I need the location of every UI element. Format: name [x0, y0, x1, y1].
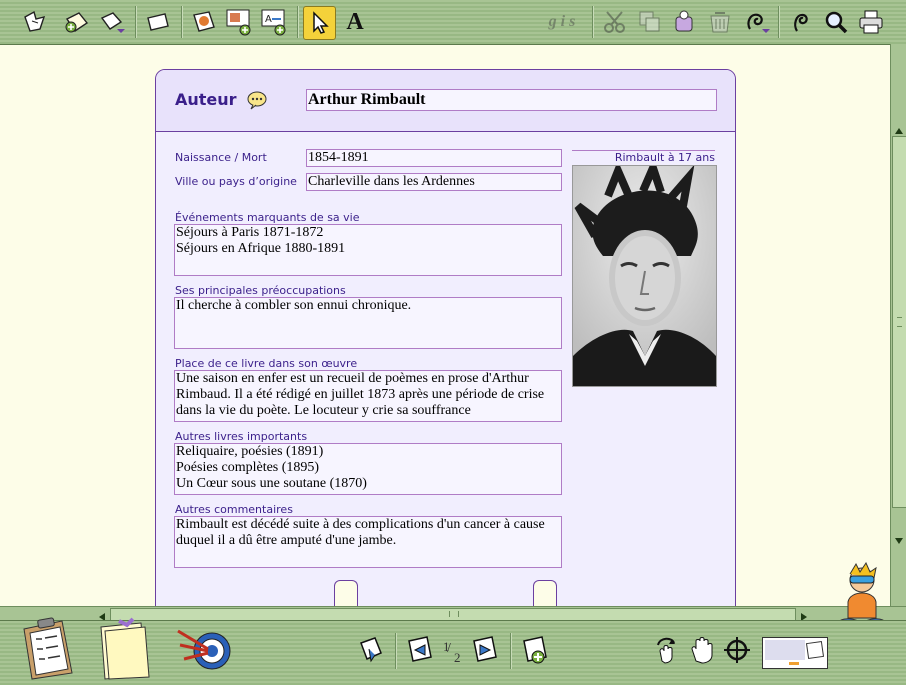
origin-field[interactable]: Charleville dans les Ardennes — [306, 173, 562, 191]
paste-icon[interactable] — [670, 7, 700, 37]
author-name-field[interactable]: Arthur Rimbault — [306, 89, 717, 111]
style-menu-icon[interactable] — [742, 7, 772, 37]
arrow-pointer-icon — [312, 11, 329, 34]
scroll-thumb[interactable] — [892, 136, 906, 508]
text-tool-label: A — [346, 8, 364, 35]
birth-death-label: Naissance / Mort — [175, 151, 267, 164]
origin-label: Ville ou pays d’origine — [175, 175, 297, 188]
copy-icon[interactable] — [635, 7, 665, 37]
scroll-up-arrow-icon[interactable] — [892, 122, 906, 134]
text-format-button[interactable]: g i s — [540, 7, 584, 37]
photo-caption: Rimbault à 17 ans — [614, 151, 715, 164]
add-image-field-icon[interactable] — [224, 7, 254, 37]
comments-field[interactable]: Rimbault est décédé suite à des complica… — [174, 516, 562, 568]
page-total: 2 — [454, 650, 461, 665]
hand-tool-icon[interactable] — [688, 635, 718, 665]
place-label: Place de ce livre dans son œuvre — [175, 357, 358, 370]
bottom-toolbar: 1 / 2 — [0, 617, 906, 685]
trash-icon[interactable] — [705, 7, 735, 37]
clipboard-icon[interactable] — [18, 617, 76, 681]
concerns-label: Ses principales préoccupations — [175, 284, 346, 297]
overview-map[interactable] — [762, 637, 828, 669]
notes-icon[interactable] — [97, 617, 153, 681]
scroll-down-arrow-icon[interactable] — [892, 532, 906, 544]
rotate-hand-icon[interactable] — [652, 635, 682, 665]
card-menu-icon[interactable] — [98, 7, 128, 37]
add-text-field-icon[interactable]: A — [259, 7, 289, 37]
vertical-scrollbar[interactable] — [890, 44, 906, 606]
pointer-tool-button[interactable] — [303, 6, 336, 40]
top-toolbar: A A g i s — [0, 0, 906, 45]
image-card-icon[interactable] — [189, 7, 219, 37]
other-books-field[interactable]: Reliquaire, poésies (1891) Poésies compl… — [174, 443, 562, 495]
page-indicator: 1 / 2 — [443, 639, 461, 665]
crosshair-icon[interactable] — [722, 635, 752, 665]
previous-page-icon[interactable] — [405, 635, 435, 665]
place-field[interactable]: Une saison en enfer est un recueil de po… — [174, 370, 562, 422]
card-view-icon[interactable] — [357, 635, 385, 665]
other-books-label: Autres livres importants — [175, 430, 308, 443]
author-photo[interactable] — [572, 165, 717, 387]
text-tool-button[interactable]: A — [340, 7, 370, 37]
blank-card-icon[interactable] — [143, 7, 173, 37]
comments-label: Autres commentaires — [175, 503, 293, 516]
events-field[interactable]: Séjours à Paris 1871-1872 Séjours en Afr… — [174, 224, 562, 276]
scroll-right-arrow-icon[interactable] — [798, 608, 810, 621]
print-icon[interactable] — [856, 7, 886, 37]
card-tab-right[interactable] — [533, 580, 557, 607]
comment-bubble-icon[interactable] — [246, 90, 268, 114]
svg-text:A: A — [265, 14, 272, 25]
add-page-icon[interactable] — [520, 635, 550, 665]
cut-icon[interactable] — [600, 7, 630, 37]
author-card: Auteur Arthur Rimbault Naissance / Mort … — [155, 69, 736, 608]
arrange-icon[interactable] — [20, 7, 50, 37]
concerns-field[interactable]: Il cherche à combler son ennui chronique… — [174, 297, 562, 349]
search-icon[interactable] — [821, 7, 851, 37]
format-hint: g i s — [548, 13, 576, 30]
events-label: Événements marquants de sa vie — [175, 211, 360, 224]
link-icon[interactable] — [786, 7, 816, 37]
card-tab-left[interactable] — [334, 580, 358, 607]
new-card-icon[interactable] — [62, 7, 92, 37]
card-title: Auteur — [175, 90, 237, 109]
birth-death-field[interactable]: 1854-1891 — [306, 149, 562, 167]
target-icon[interactable] — [174, 623, 232, 679]
next-page-icon[interactable] — [470, 635, 500, 665]
card-header: Auteur Arthur Rimbault — [156, 70, 735, 132]
